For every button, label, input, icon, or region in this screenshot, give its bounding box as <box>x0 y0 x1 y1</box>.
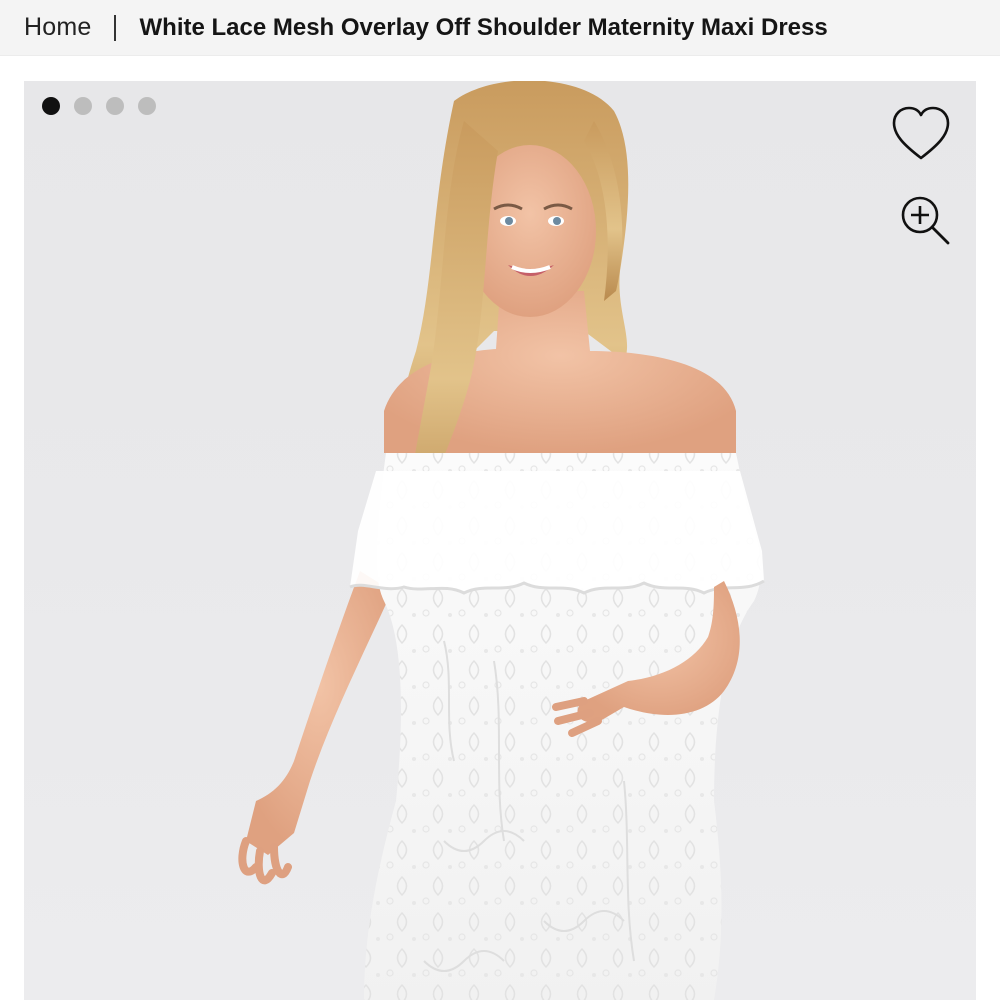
breadcrumb: Home White Lace Mesh Overlay Off Shoulde… <box>0 0 1000 56</box>
product-image-gallery[interactable] <box>24 81 976 1000</box>
pagination-dot-2[interactable] <box>74 97 92 115</box>
pagination-dot-3[interactable] <box>106 97 124 115</box>
zoom-in-icon <box>901 196 950 245</box>
page-title: White Lace Mesh Overlay Off Shoulder Mat… <box>139 13 828 41</box>
breadcrumb-separator <box>113 14 116 41</box>
heart-outline-icon <box>892 106 950 160</box>
product-photo[interactable] <box>24 81 976 1000</box>
image-pagination <box>42 97 156 115</box>
favorite-button[interactable] <box>890 105 952 163</box>
zoom-button[interactable] <box>898 193 954 249</box>
pagination-dot-1[interactable] <box>42 97 60 115</box>
pagination-dot-4[interactable] <box>138 97 156 115</box>
breadcrumb-home-link[interactable]: Home <box>24 13 92 42</box>
